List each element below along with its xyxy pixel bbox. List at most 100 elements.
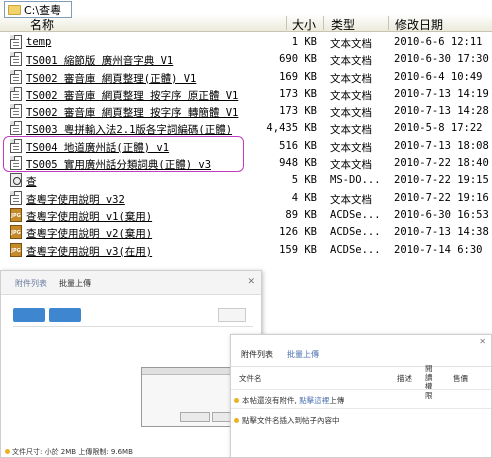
text-file-icon <box>10 52 22 67</box>
no-attachment-hint: 本帖還沒有附件, 點擊這裡上傳 <box>234 395 344 406</box>
file-date: 2010-6-30 16:53 <box>394 208 489 221</box>
file-size: 4 KB <box>291 191 317 204</box>
file-date: 2010-6-6 12:11 <box>394 36 483 48</box>
file-name: TS002 審音庫 網頁整理 按字序 原正體 V1 <box>26 89 239 102</box>
address-path: C:\查粵 <box>24 3 62 17</box>
column-price: 售價 <box>453 374 468 383</box>
file-row[interactable]: JPG 查粵字使用說明 v1(棄用) 89 KB ACDSe... 2010-6-30 … <box>0 207 492 224</box>
file-explorer: 名称 大小 类型 修改日期 C:\查粵 temp 1 KB 文本文档 2010-6-6… <box>0 0 492 258</box>
file-type: 文本文档 <box>330 55 372 68</box>
file-type: 文本文档 <box>330 72 372 85</box>
file-size: 126 KB <box>279 226 317 239</box>
upload-limit-text: 文件尺寸: 小於 2MB 上傳限制: 9.6MB <box>12 448 133 456</box>
file-row[interactable]: temp 1 KB 文本文档 2010-6-6 12:11 <box>0 34 492 51</box>
file-type: 文本文档 <box>330 38 372 50</box>
click-here-link[interactable]: 點擊這裡 <box>299 396 329 405</box>
upload-dialog-tabs: 附件列表 批量上傳 <box>1 271 261 295</box>
file-row[interactable]: JPG 查粵字使用說明 v3(在用) 159 KB ACDSe... 2010-7-14… <box>0 242 492 259</box>
file-type: ACDSe... <box>330 208 381 221</box>
close-icon[interactable]: ✕ <box>479 337 486 346</box>
column-filename: 文件名 <box>239 374 262 383</box>
popup-ok-button[interactable] <box>180 412 210 422</box>
file-date: 2010-7-13 14:28 <box>394 105 489 118</box>
hint-text: 本帖還沒有附件, <box>242 396 300 405</box>
file-type: 文本文档 <box>330 159 372 172</box>
file-name: 查粵字使用說明 v32 <box>26 193 125 206</box>
file-size: 690 KB <box>279 53 317 66</box>
tab-batch-upload[interactable]: 批量上傳 <box>287 349 319 360</box>
file-name: temp <box>26 36 52 48</box>
text-file-icon <box>10 104 22 119</box>
hint-text-suffix: 上傳 <box>329 396 345 405</box>
file-size: 5 KB <box>291 174 317 187</box>
file-date: 2010-7-22 19:16 <box>394 191 489 204</box>
file-type: 文本文档 <box>330 124 372 137</box>
file-date: 2010-5-8 17:22 <box>394 122 483 135</box>
attachment-dialog-tabs: 附件列表 批量上傳 <box>231 335 491 367</box>
option-button[interactable] <box>218 308 246 322</box>
tab-attachment-list[interactable]: 附件列表 <box>15 278 47 289</box>
info-bullet-icon <box>234 398 239 403</box>
browse-button[interactable] <box>13 308 45 322</box>
file-type: 文本文档 <box>330 107 372 120</box>
file-type: MS-DO... <box>330 174 381 187</box>
column-name[interactable]: 名称 <box>30 16 54 33</box>
address-bar[interactable]: C:\查粵 <box>4 1 72 18</box>
popup-titlebar[interactable] <box>142 368 242 375</box>
file-size: 1 KB <box>291 36 317 48</box>
file-name: 查粵字使用說明 v1(棄用) <box>26 210 153 223</box>
file-size: 89 KB <box>285 208 317 221</box>
close-icon[interactable]: ✕ <box>247 277 255 287</box>
column-separator[interactable] <box>286 16 287 30</box>
file-row[interactable]: TS002 審音庫 網頁整理(正體) V1 169 KB 文本文档 2010-6-4 … <box>0 69 492 86</box>
column-description: 描述 <box>397 374 412 383</box>
tab-attachment-list[interactable]: 附件列表 <box>241 349 273 360</box>
file-date: 2010-7-22 18:40 <box>394 157 489 170</box>
file-type: 文本文档 <box>330 89 372 102</box>
file-size: 173 KB <box>279 105 317 118</box>
file-date: 2010-7-13 14:19 <box>394 87 489 100</box>
file-size: 4,435 KB <box>266 122 317 135</box>
file-type: 文本文档 <box>330 141 372 154</box>
file-row[interactable]: JPG 查粵字使用說明 v2(棄用) 126 KB ACDSe... 2010-7-13… <box>0 224 492 241</box>
column-modified[interactable]: 修改日期 <box>395 16 443 33</box>
upload-button[interactable] <box>49 308 81 322</box>
file-date: 2010-7-13 18:08 <box>394 139 489 152</box>
info-bullet-icon <box>234 418 239 423</box>
tab-batch-upload[interactable]: 批量上傳 <box>59 278 91 289</box>
divider <box>13 326 253 327</box>
attachment-dialog: 附件列表 批量上傳 ✕ 文件名 描述 閱讀權限 售價 本帖還沒有附件, 點擊這裡… <box>230 334 492 458</box>
file-name: 查 <box>26 176 37 189</box>
column-type[interactable]: 类型 <box>331 16 355 33</box>
file-type: ACDSe... <box>330 226 381 239</box>
file-name: TS002 審音庫 網頁整理 按字序 轉簡體 V1 <box>26 107 239 120</box>
insert-hint-text: 點擊文件名插入到帖子內容中 <box>242 416 340 425</box>
file-name: TS001 縮節版 廣州音字典 V1 <box>26 55 174 68</box>
file-row[interactable]: TS002 審音庫 網頁整理 按字序 原正體 V1 173 KB 文本文档 2010-… <box>0 86 492 103</box>
divider <box>231 408 491 409</box>
file-size: 173 KB <box>279 87 317 100</box>
file-row[interactable]: TS001 縮節版 廣州音字典 V1 690 KB 文本文档 2010-6-30 17… <box>0 51 492 68</box>
file-date: 2010-7-22 19:15 <box>394 174 489 187</box>
text-file-icon <box>10 69 22 84</box>
file-date: 2010-7-14 6:30 <box>394 243 483 256</box>
file-type: ACDSe... <box>330 243 381 256</box>
file-date: 2010-7-13 14:38 <box>394 226 489 239</box>
file-name: 查粵字使用說明 v2(棄用) <box>26 228 153 241</box>
file-type: 文本文档 <box>330 193 372 206</box>
file-row[interactable]: 查 5 KB MS-DO... 2010-7-22 19:15 <box>0 172 492 189</box>
info-bullet-icon <box>5 449 10 454</box>
file-size: 159 KB <box>279 243 317 256</box>
file-row[interactable]: TS002 審音庫 網頁整理 按字序 轉簡體 V1 173 KB 文本文档 2010-… <box>0 103 492 120</box>
column-size[interactable]: 大小 <box>292 16 316 33</box>
file-name: 查粵字使用說明 v3(在用) <box>26 245 153 258</box>
column-separator[interactable] <box>388 16 389 30</box>
file-size: 169 KB <box>279 70 317 83</box>
insert-hint: 點擊文件名插入到帖子內容中 <box>234 415 340 426</box>
upload-limit-info: 文件尺寸: 小於 2MB 上傳限制: 9.6MB <box>5 447 133 457</box>
folder-icon <box>8 4 21 15</box>
file-date: 2010-6-4 10:49 <box>394 70 483 83</box>
file-row[interactable]: 查粵字使用說明 v32 4 KB 文本文档 2010-7-22 19:16 <box>0 190 492 207</box>
text-file-icon <box>10 121 22 136</box>
column-separator[interactable] <box>323 16 324 30</box>
